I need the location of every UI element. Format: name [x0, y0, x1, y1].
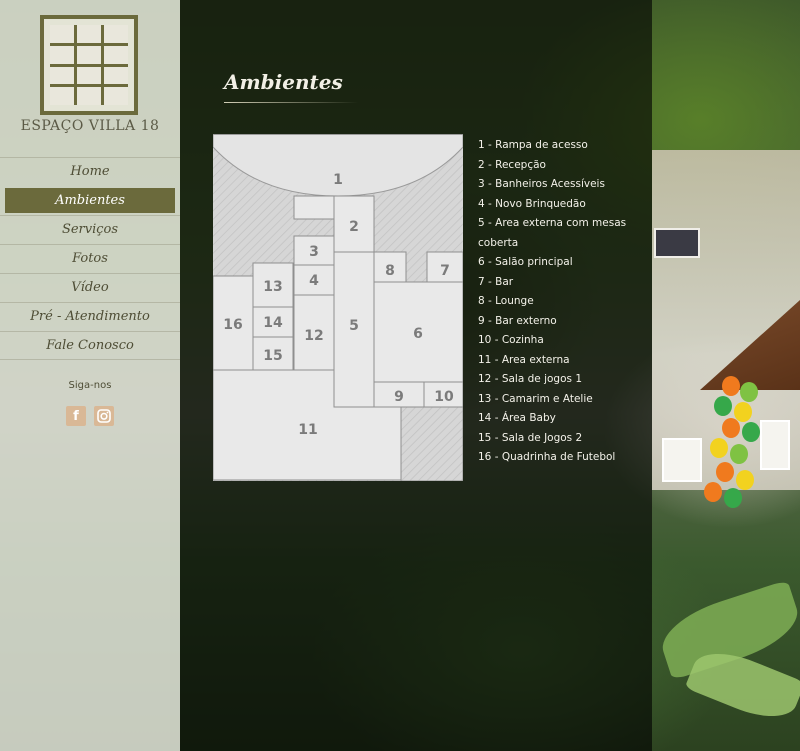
legend-item: 9 - Bar externo	[478, 314, 557, 327]
room-label: 4	[309, 273, 319, 289]
room-label: 5	[349, 318, 359, 334]
room-label: 16	[223, 317, 242, 333]
legend-item: 7 - Bar	[478, 275, 514, 288]
nav-item-servicos[interactable]: Serviços	[0, 215, 180, 244]
room-label: 3	[309, 244, 319, 260]
room-label: 15	[263, 348, 282, 364]
background-window	[654, 228, 700, 258]
legend-item: 12 - Sala de jogos 1	[478, 373, 582, 385]
legend-item: 11 - Area externa	[478, 353, 570, 366]
nav-item-pre-atendimento[interactable]: Pré - Atendimento	[0, 302, 180, 331]
legend-item: 3 - Banheiros Acessíveis	[478, 178, 605, 190]
room-label: 7	[440, 263, 450, 279]
legend-item: 5 - Area externa com mesas coberta	[478, 217, 627, 249]
nav-item-fale-conosco[interactable]: Fale Conosco	[0, 331, 180, 360]
room-label: 2	[349, 219, 359, 235]
room-label: 6	[413, 326, 423, 342]
title-divider	[224, 102, 358, 103]
page-title: Ambientes	[224, 70, 343, 94]
floorplan-map: 1 2 3 4 5 6 7 8 9 10 11 12 13 14 15 16	[213, 134, 463, 481]
nav-item-home[interactable]: Home	[0, 157, 180, 186]
background-window	[662, 438, 702, 482]
logo-text[interactable]: ESPAÇO VILLA 18	[0, 118, 180, 134]
room-label: 14	[263, 315, 283, 331]
facebook-icon[interactable]: f	[66, 406, 86, 426]
sidebar: ESPAÇO VILLA 18 Home Ambientes Serviços …	[0, 0, 180, 751]
legend-item: 6 - Salão principal	[478, 256, 573, 268]
legend-item: 1 - Rampa de acesso	[478, 139, 588, 151]
room-label: 12	[304, 328, 323, 344]
room-label: 13	[263, 279, 282, 295]
nav-item-video[interactable]: Vídeo	[0, 273, 180, 302]
legend-item: 8 - Lounge	[478, 295, 534, 307]
legend-item: 14 - Área Baby	[478, 412, 556, 424]
legend-item: 10 - Cozinha	[478, 334, 544, 346]
background-window	[760, 420, 790, 470]
room-label: 1	[333, 172, 343, 188]
logo-window-icon[interactable]	[40, 15, 138, 115]
room-legend: 1 - Rampa de acesso 2 - Recepção 3 - Ban…	[478, 136, 653, 468]
instagram-icon[interactable]	[94, 406, 114, 426]
legend-item: 13 - Camarim e Atelie	[478, 392, 593, 405]
legend-item: 4 - Novo Brinquedão	[478, 197, 586, 210]
legend-item: 15 - Sala de Jogos 2	[478, 431, 583, 444]
room-label: 11	[298, 422, 317, 438]
social-title: Siga-nos	[68, 380, 112, 391]
nav-item-fotos[interactable]: Fotos	[0, 244, 180, 273]
main-nav: Home Ambientes Serviços Fotos Vídeo Pré …	[0, 157, 180, 360]
room-label: 8	[385, 263, 395, 279]
nav-item-ambientes[interactable]: Ambientes	[5, 188, 175, 213]
legend-item: 16 - Quadrinha de Futebol	[478, 451, 616, 463]
room-label: 9	[394, 389, 404, 405]
room-label: 10	[434, 389, 454, 405]
room-2b	[293, 195, 335, 220]
legend-item: 2 - Recepção	[478, 158, 546, 171]
